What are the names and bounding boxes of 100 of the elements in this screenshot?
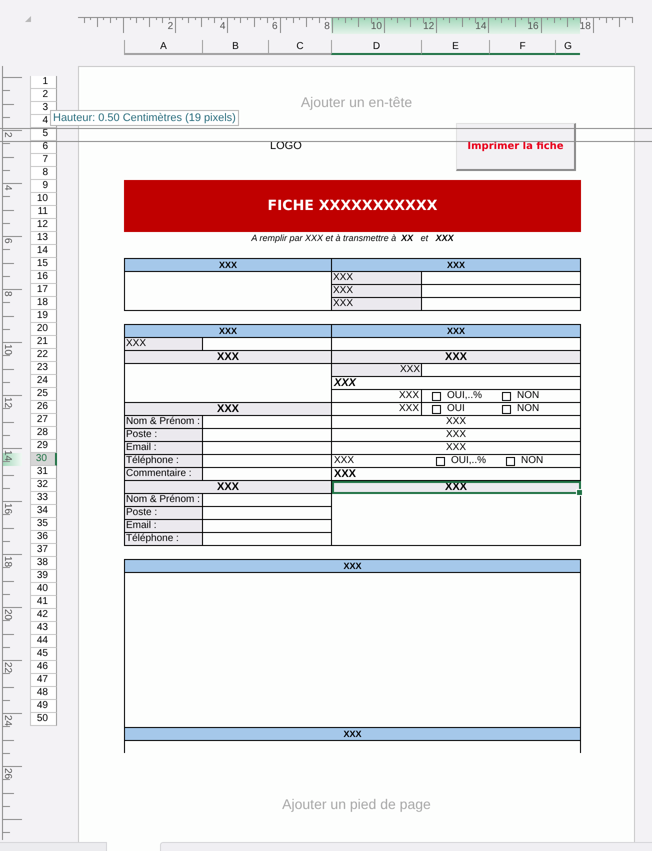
ruler-number: 8 [2, 291, 13, 297]
row-header[interactable]: 26 [30, 401, 57, 414]
row-header[interactable]: 28 [30, 427, 57, 440]
row-header[interactable]: 34 [30, 505, 57, 518]
row-header[interactable]: 49 [30, 700, 57, 713]
row-header[interactable]: 50 [30, 713, 57, 726]
field-label: XXX [124, 338, 202, 350]
row-header[interactable]: 9 [30, 180, 57, 193]
row-header[interactable]: 2 [30, 89, 57, 102]
row-header[interactable]: 27 [30, 414, 57, 427]
row-header[interactable]: 48 [30, 687, 57, 700]
row-header[interactable]: 42 [30, 609, 57, 622]
row-header[interactable]: 29 [30, 440, 57, 453]
ruler-number: 18 [580, 21, 591, 32]
field-label: Téléphone : [124, 454, 202, 468]
row-header[interactable]: 25 [30, 388, 57, 401]
field-label: XXX [332, 298, 422, 310]
row-header[interactable]: 40 [30, 583, 57, 596]
row-header[interactable]: 23 [30, 362, 57, 375]
row-header[interactable]: 47 [30, 674, 57, 687]
row-header[interactable]: 31 [30, 466, 57, 479]
checkbox[interactable] [432, 404, 441, 414]
row-header[interactable]: 45 [30, 648, 57, 661]
row-header[interactable]: 17 [30, 284, 57, 297]
row-header[interactable]: 10 [30, 193, 57, 206]
row-header[interactable]: 13 [30, 232, 57, 245]
row-header[interactable]: 30 [30, 453, 57, 466]
ruler-number: 4 [2, 185, 13, 191]
section-header: XXX [124, 324, 332, 338]
option-label: OUI,..% [451, 455, 486, 467]
checkbox[interactable] [502, 404, 511, 414]
row-header[interactable]: 41 [30, 596, 57, 609]
column-header[interactable]: D [331, 40, 421, 55]
checkbox[interactable] [506, 456, 515, 466]
row-header[interactable]: 22 [30, 349, 57, 362]
row-header[interactable]: 12 [30, 219, 57, 232]
row-header[interactable]: 35 [30, 518, 57, 531]
field-label: Nom & Prénom : [124, 494, 202, 506]
row-header[interactable]: 19 [30, 310, 57, 323]
horizontal-scrollbar[interactable] [160, 842, 652, 851]
ruler-number: 2 [2, 132, 13, 138]
section-title: XXX [124, 480, 332, 494]
section-header: XXX [124, 258, 332, 272]
row-header[interactable]: 38 [30, 557, 57, 570]
row-header[interactable]: 37 [30, 544, 57, 557]
row-header[interactable]: 7 [30, 154, 57, 167]
row-header[interactable]: 21 [30, 336, 57, 349]
row-header[interactable]: 33 [30, 492, 57, 505]
ruler-number: 10 [2, 344, 13, 356]
field-label: XXX [332, 364, 422, 376]
row-header[interactable]: 15 [30, 258, 57, 271]
ruler-number: 14 [475, 21, 486, 32]
option-label: OUI,..% [447, 390, 482, 402]
table-cell: XXX [332, 416, 581, 428]
row-header[interactable]: 11 [30, 206, 57, 219]
row-header[interactable]: 8 [30, 167, 57, 180]
option-label: NON [517, 403, 540, 415]
column-header[interactable]: C [268, 40, 331, 55]
row-header[interactable]: 46 [30, 661, 57, 674]
field-label: XXX [334, 455, 356, 467]
field-label: Email : [124, 520, 202, 532]
row-header[interactable]: 6 [30, 141, 57, 154]
row-header[interactable]: 36 [30, 531, 57, 544]
section-title: XXX [332, 350, 581, 364]
row-header[interactable]: 24 [30, 375, 57, 388]
ruler-number: 4 [220, 21, 226, 32]
row-header[interactable]: 43 [30, 622, 57, 635]
print-button[interactable]: Imprimer la fiche [456, 123, 576, 171]
row-header[interactable]: 18 [30, 297, 57, 310]
field-label: Email : [124, 442, 202, 454]
column-header[interactable]: E [421, 40, 489, 55]
column-header[interactable]: F [489, 40, 555, 55]
column-header[interactable]: G [555, 40, 580, 55]
row-header[interactable]: 32 [30, 479, 57, 492]
column-header[interactable]: B [202, 40, 268, 55]
field-label: XXX [332, 376, 581, 390]
checkbox[interactable] [432, 392, 441, 400]
row-header[interactable]: 20 [30, 323, 57, 336]
row-header[interactable]: 16 [30, 271, 57, 284]
row-header[interactable]: 5 [30, 128, 57, 141]
ruler-number: 10 [370, 21, 382, 32]
section-title: XXX [124, 350, 332, 364]
row-header[interactable]: 1 [30, 76, 57, 89]
checkbox[interactable] [436, 456, 445, 466]
checkbox[interactable] [502, 392, 511, 400]
column-header[interactable]: A [124, 40, 202, 55]
ruler-number: 2 [168, 21, 174, 32]
row-header[interactable]: 3 [30, 102, 57, 115]
field-label: Téléphone : [124, 532, 202, 546]
field-label: XXX [332, 284, 422, 298]
section-header: XXX [124, 560, 580, 572]
ruler-number: 14 [2, 450, 13, 462]
row-header[interactable]: 39 [30, 570, 57, 583]
form-title: FICHE XXXXXXXXXXX [124, 180, 581, 232]
ruler-number: 6 [2, 238, 13, 244]
row-header[interactable]: 14 [30, 245, 57, 258]
field-label: Poste : [124, 506, 202, 520]
ruler-number: 8 [324, 21, 330, 32]
row-header[interactable]: 44 [30, 635, 57, 648]
ruler-number: 26 [2, 768, 13, 780]
